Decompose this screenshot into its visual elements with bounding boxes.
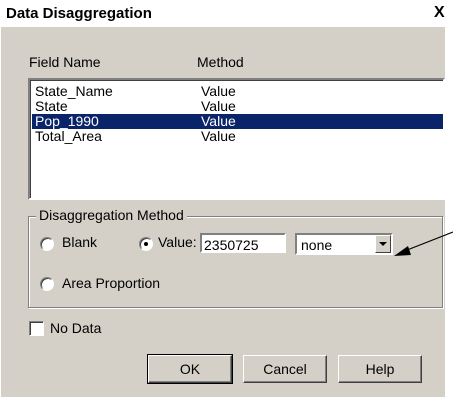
arrow-head: [394, 246, 411, 256]
annotation-arrow: [394, 231, 453, 256]
arrow-line: [401, 231, 453, 253]
